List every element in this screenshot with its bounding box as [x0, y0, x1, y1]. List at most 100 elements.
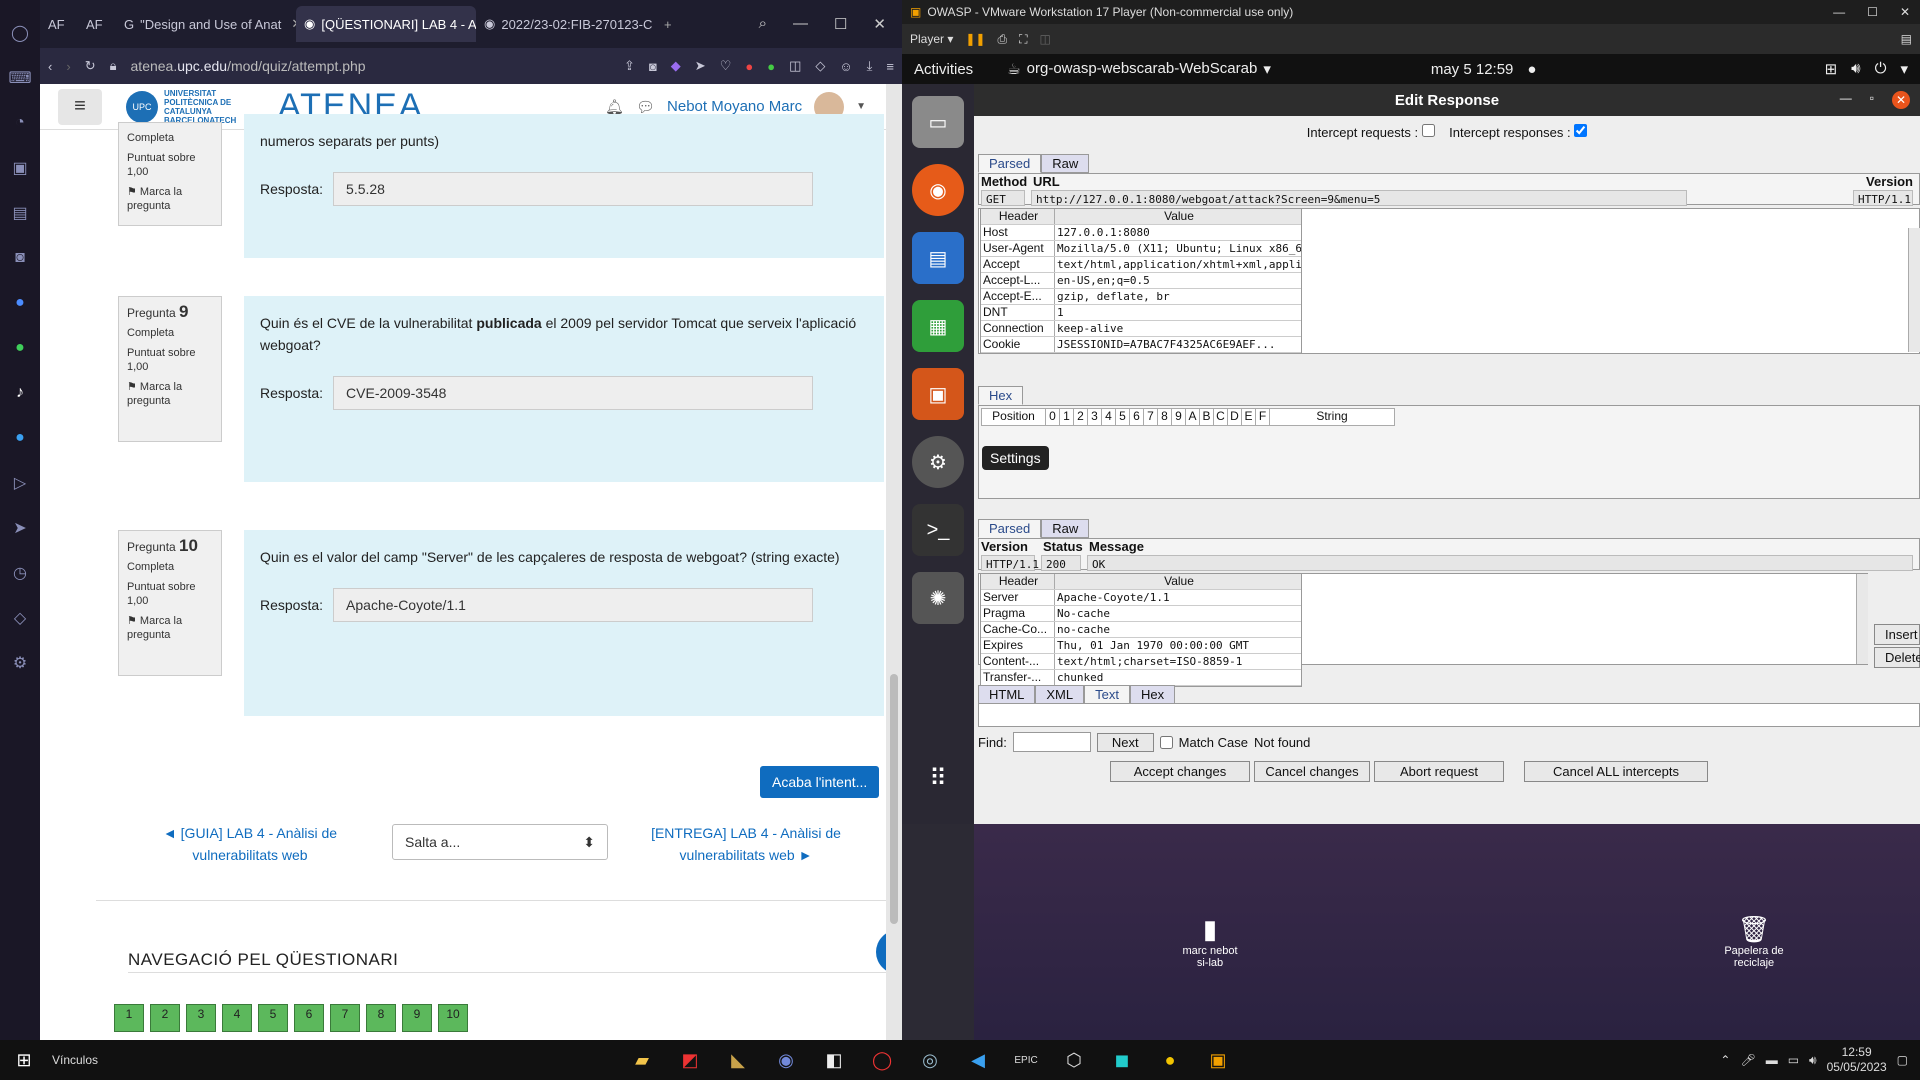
tiktok-icon[interactable]: ♪	[0, 370, 40, 415]
header-row[interactable]: Server Apache-Coyote/1.1	[981, 590, 1301, 606]
unity-icon[interactable]: ◫	[1040, 32, 1051, 46]
cube-icon[interactable]: ◇	[815, 58, 825, 74]
forward-icon[interactable]: ›	[66, 59, 70, 74]
tab-design[interactable]: G"Design and Use of Anat✕	[116, 6, 296, 42]
back-icon[interactable]: ‹	[48, 59, 52, 74]
minimize-icon[interactable]: —	[793, 15, 808, 33]
header-row[interactable]: Accept-L... en-US,en;q=0.5	[981, 273, 1301, 289]
answer-input[interactable]: Apache-Coyote/1.1	[333, 588, 814, 622]
send-icon[interactable]: ➤	[695, 58, 706, 74]
writer-icon[interactable]: ▤	[912, 232, 964, 284]
page-scrollbar[interactable]	[886, 84, 902, 1040]
league-icon[interactable]: ◣	[714, 1040, 762, 1080]
quiz-nav-button[interactable]: 6	[294, 1004, 324, 1032]
notifications-icon[interactable]: ▢	[1897, 1053, 1908, 1067]
impress-icon[interactable]: ▣	[912, 368, 964, 420]
volume-icon[interactable]: 🔊︎	[1809, 1053, 1817, 1068]
gamepad-icon[interactable]: ⌨	[0, 55, 40, 100]
mic-icon[interactable]: 🎤︎	[1740, 1053, 1755, 1067]
desktop-folder[interactable]: ▮ marc nebot si-lab	[1150, 914, 1270, 969]
body-tab[interactable]: HTML	[978, 685, 1036, 704]
header-row[interactable]: Pragma No-cache	[981, 606, 1301, 622]
adblock-icon[interactable]: ●	[745, 59, 753, 74]
url-field[interactable]: atenea.upc.edu/mod/quiz/attempt.php	[131, 58, 611, 74]
discord-icon[interactable]: ◙	[0, 235, 40, 280]
player-icon[interactable]: ▷	[0, 460, 40, 505]
request-tab-parsed[interactable]: Parsed	[978, 154, 1042, 173]
header-row[interactable]: Host 127.0.0.1:8080	[981, 225, 1301, 241]
body-tab[interactable]: XML	[1035, 685, 1085, 704]
messenger-icon[interactable]: ●	[0, 280, 40, 325]
tab-fib[interactable]: ◉2022/23-02:FIB-270123-C✕	[476, 6, 656, 42]
header-row[interactable]: Connection keep-alive	[981, 321, 1301, 337]
quiz-nav-button[interactable]: 7	[330, 1004, 360, 1032]
quiz-nav-button[interactable]: 2	[150, 1004, 180, 1032]
network-icon[interactable]: ▭	[1788, 1053, 1799, 1067]
accept-changes-button[interactable]: Accept changes	[1110, 761, 1250, 782]
steam-icon[interactable]: ◎	[906, 1040, 954, 1080]
send-ctrl-alt-del-icon[interactable]: ⎙	[997, 32, 1007, 47]
windows-start-icon[interactable]: ⊞	[0, 1040, 48, 1080]
flag-question[interactable]: ⚑ Marca la pregunta	[127, 380, 213, 408]
request-tab-hex[interactable]: Hex	[978, 386, 1024, 405]
delete-button[interactable]: Delete	[1874, 647, 1920, 668]
status-field[interactable]: 200	[1041, 555, 1081, 571]
message-field[interactable]: OK	[1087, 555, 1913, 571]
taskbar-clock[interactable]: 12:59 05/05/2023	[1827, 1045, 1887, 1075]
show-apps-icon[interactable]: ⠿	[912, 752, 964, 804]
settings-icon[interactable]: ⚙	[912, 436, 964, 488]
response-body-text[interactable]	[978, 703, 1920, 727]
maximize-icon[interactable]: ☐	[1867, 5, 1878, 19]
share-icon[interactable]: ⇪	[624, 58, 635, 74]
desktop-trash[interactable]: 🗑︎ Papelera de reciclaje	[1694, 914, 1814, 969]
anime-app-icon[interactable]: ◧	[810, 1040, 858, 1080]
jump-to-select[interactable]: Salta a... ⬍	[392, 824, 608, 860]
settings-icon[interactable]: ⚙	[0, 640, 40, 685]
tab-af-1[interactable]: AF	[40, 6, 78, 42]
flag-question[interactable]: ⚑ Marca la pregunta	[127, 614, 213, 642]
header-row[interactable]: Transfer-... chunked	[981, 670, 1301, 686]
quiz-nav-button[interactable]: 4	[222, 1004, 252, 1032]
gnome-clock[interactable]: may 5 12:59	[1431, 61, 1514, 78]
reload-icon[interactable]: ↻	[85, 58, 96, 74]
vm-menu-icon[interactable]: ▤	[1901, 32, 1920, 46]
discord-icon[interactable]: ◉	[762, 1040, 810, 1080]
intercept-requests-checkbox[interactable]	[1421, 124, 1435, 137]
opera-logo-icon[interactable]: ◯	[0, 10, 40, 55]
tab-questionari[interactable]: ◉[QÜESTIONARI] LAB 4 - A✕	[296, 6, 476, 42]
opera-icon[interactable]: ◯	[858, 1040, 906, 1080]
header-row[interactable]: Cache-Co... no-cache	[981, 622, 1301, 638]
speed-icon[interactable]: ◔	[0, 100, 40, 145]
header-row[interactable]: Accept text/html,application/xhtml+xml,ap…	[981, 257, 1301, 273]
vivaldi-icon[interactable]: ◩	[666, 1040, 714, 1080]
quiz-nav-button[interactable]: 5	[258, 1004, 288, 1032]
cancel-all-intercepts-button[interactable]: Cancel ALL intercepts	[1524, 761, 1708, 782]
quiz-nav-button[interactable]: 10	[438, 1004, 468, 1032]
header-row[interactable]: Accept-E... gzip, deflate, br	[981, 289, 1301, 305]
find-input[interactable]	[1012, 732, 1091, 752]
prev-activity-link[interactable]: ◄ [GUIA] LAB 4 - Anàlisi de vulnerabilit…	[140, 822, 360, 866]
vscode-icon[interactable]: ◀	[954, 1040, 1002, 1080]
search-icon[interactable]: ⌕	[759, 15, 767, 33]
calc-icon[interactable]: ▦	[912, 300, 964, 352]
lemon-app-icon[interactable]: ●	[1146, 1040, 1194, 1080]
response-tab-parsed[interactable]: Parsed	[978, 519, 1042, 538]
flag-question[interactable]: ⚑ Marca la pregunta	[127, 185, 213, 213]
player-menu[interactable]: Player ▾	[910, 32, 953, 46]
system-tray[interactable]: ⊞ 🔊︎ ⏻ ▾	[1825, 60, 1908, 78]
body-tab[interactable]: Text	[1084, 685, 1130, 704]
files-icon[interactable]: ▭	[912, 96, 964, 148]
response-tab-raw[interactable]: Raw	[1041, 519, 1090, 538]
download-icon[interactable]: ⤓	[867, 58, 873, 74]
terminal-icon[interactable]: >_	[912, 504, 964, 556]
camera-icon[interactable]: ◙	[649, 59, 657, 74]
profile-icon[interactable]: ☺	[839, 59, 852, 74]
next-activity-link[interactable]: [ENTREGA] LAB 4 - Anàlisi de vulnerabili…	[640, 822, 852, 866]
cube-icon[interactable]: ◇	[0, 595, 40, 640]
intercept-responses-checkbox[interactable]	[1574, 124, 1588, 137]
quiz-nav-button[interactable]: 1	[114, 1004, 144, 1032]
answer-input[interactable]: 5.5.28	[333, 172, 814, 206]
links-toolbar[interactable]: Vínculos	[52, 1053, 98, 1067]
new-tab-button[interactable]: +	[656, 6, 680, 42]
close-icon[interactable]: ✕	[1900, 5, 1910, 19]
